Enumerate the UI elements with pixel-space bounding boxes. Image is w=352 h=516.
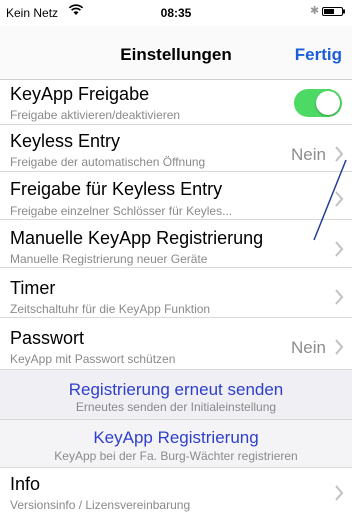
navigation-bar: Einstellungen Fertig bbox=[0, 26, 352, 80]
row-value: Nein bbox=[291, 338, 326, 357]
toggle-knob bbox=[316, 91, 340, 115]
settings-row-keyless-entry[interactable]: Keyless Entry Freigabe der automatischen… bbox=[0, 125, 352, 172]
battery-icon bbox=[322, 7, 345, 16]
row-title: Timer bbox=[10, 278, 56, 298]
row-subtitle: Versionsinfo / Lizensvereinbarung bbox=[10, 498, 191, 512]
action-title: KeyApp Registrierung bbox=[93, 428, 259, 447]
chevron-right-icon bbox=[335, 191, 344, 207]
chevron-right-icon bbox=[335, 241, 344, 257]
settings-row-timer[interactable]: Timer Zeitschaltuhr für die KeyApp Funkt… bbox=[0, 268, 352, 318]
row-title: Keyless Entry bbox=[10, 131, 121, 151]
settings-row-keyapp-freigabe[interactable]: KeyApp Freigabe Freigabe aktivieren/deak… bbox=[0, 80, 352, 125]
row-subtitle: KeyApp mit Passwort schützen bbox=[10, 352, 176, 366]
chevron-right-icon bbox=[335, 289, 344, 305]
row-subtitle: Zeitschaltuhr für die KeyApp Funktion bbox=[10, 302, 211, 316]
settings-row-freigabe-keyless[interactable]: Freigabe für Keyless Entry Freigabe einz… bbox=[0, 172, 352, 220]
row-title: Freigabe für Keyless Entry bbox=[10, 179, 223, 199]
action-title: Registrierung erneut senden bbox=[68, 380, 284, 399]
row-subtitle: Freigabe der automatischen Öffnung bbox=[10, 155, 206, 169]
action-subtitle: Erneutes senden der Initialeinstellung bbox=[75, 400, 277, 414]
chevron-right-icon bbox=[335, 339, 344, 355]
row-value: Nein bbox=[291, 145, 326, 164]
row-subtitle: Freigabe einzelner Schlösser für Keyles.… bbox=[10, 204, 233, 218]
row-title: Passwort bbox=[10, 328, 85, 348]
row-subtitle: Manuelle Registrierung neuer Geräte bbox=[10, 252, 208, 266]
keyapp-registration-button[interactable]: KeyApp Registrierung KeyApp bei der Fa. … bbox=[0, 420, 352, 468]
settings-row-passwort[interactable]: Passwort KeyApp mit Passwort schützen Ne… bbox=[0, 318, 352, 370]
row-title: Info bbox=[10, 474, 41, 494]
chevron-right-icon bbox=[335, 485, 344, 501]
bluetooth-icon: ✱ bbox=[310, 5, 320, 17]
row-title: KeyApp Freigabe bbox=[10, 84, 150, 104]
resend-registration-button[interactable]: Registrierung erneut senden Erneutes sen… bbox=[0, 370, 352, 420]
settings-row-manuelle-registrierung[interactable]: Manuelle KeyApp Registrierung Manuelle R… bbox=[0, 220, 352, 268]
settings-row-info[interactable]: Info Versionsinfo / Lizensvereinbarung bbox=[0, 468, 352, 516]
keyapp-freigabe-toggle[interactable] bbox=[294, 89, 342, 117]
status-bar: Kein Netz 08:35 ✱ bbox=[0, 0, 352, 26]
action-subtitle: KeyApp bei der Fa. Burg-Wächter registri… bbox=[54, 449, 298, 463]
row-title: Manuelle KeyApp Registrierung bbox=[10, 228, 264, 248]
row-subtitle: Freigabe aktivieren/deaktivieren bbox=[10, 108, 181, 122]
done-button[interactable]: Fertig bbox=[295, 45, 342, 65]
clock: 08:35 bbox=[160, 6, 192, 20]
chevron-right-icon bbox=[335, 146, 344, 162]
